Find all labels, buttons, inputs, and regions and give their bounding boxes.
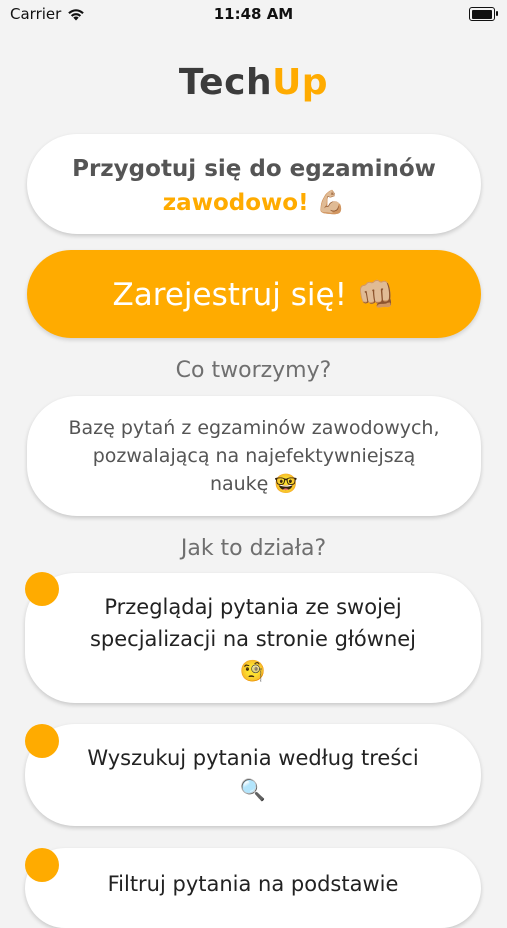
status-bar: Carrier 11:48 AM <box>0 0 507 28</box>
magnifier-emoji-icon: 🔍 <box>239 778 267 802</box>
about-line-3: naukę 🤓 <box>209 473 299 495</box>
step-1-dot <box>25 572 59 606</box>
step-1-line-2: specjalizacji na stronie głównej <box>89 627 417 651</box>
about-line-1: Bazę pytań z egzaminów zawodowych, <box>68 417 440 439</box>
step-2-dot <box>25 724 59 758</box>
step-card-1: Przeglądaj pytania ze swojej specjalizac… <box>25 573 481 703</box>
clock: 11:48 AM <box>213 5 294 23</box>
how-it-works-title: Jak to działa? <box>180 536 327 561</box>
logo-tech: Tech <box>178 62 273 103</box>
step-card-2: Wyszukuj pytania według treści 🔍 <box>25 724 481 826</box>
step-3-dot <box>25 848 59 882</box>
what-we-create-card: Bazę pytań z egzaminów zawodowych, pozwa… <box>27 396 481 516</box>
about-line-2: pozwalającą na najefektywniejszą <box>92 445 416 467</box>
monocle-emoji-icon: 🧐 <box>239 659 267 683</box>
battery-icon <box>469 7 498 21</box>
step-3-line-1: Filtruj pytania na podstawie <box>107 872 399 896</box>
hero-line-1: Przygotuj się do egzaminów <box>72 156 436 182</box>
step-1-line-1: Przeglądaj pytania ze swojej <box>104 595 402 619</box>
hero-line-2: zawodowo! 💪🏼 <box>162 190 346 216</box>
app-logo: TechUp <box>0 62 507 103</box>
what-we-create-title: Co tworzymy? <box>175 358 332 383</box>
step-2-line-1: Wyszukuj pytania według treści <box>87 746 419 770</box>
register-button[interactable]: Zarejestruj się! 👊🏼 <box>27 250 481 338</box>
hero-card: Przygotuj się do egzaminów zawodowo! 💪🏼 <box>27 134 481 234</box>
step-card-3: Filtruj pytania na podstawie <box>25 848 481 928</box>
battery-fill <box>471 9 492 19</box>
logo-up: Up <box>272 62 329 103</box>
